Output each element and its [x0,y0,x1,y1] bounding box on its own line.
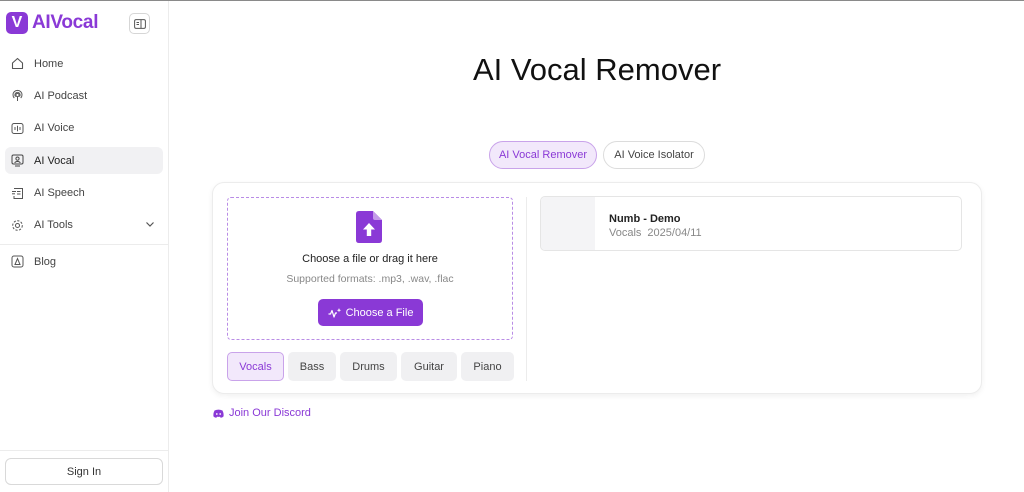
stem-piano-button[interactable]: Piano [461,352,514,381]
track-name: Numb - Demo [609,213,681,225]
supported-formats: Supported formats: .mp3, .wav, .flac [286,273,454,285]
discord-link[interactable]: Join Our Discord [213,407,311,419]
vocal-icon [11,154,24,167]
tab-ai-vocal-remover[interactable]: AI Vocal Remover [489,141,597,169]
podcast-icon [11,89,24,102]
sidebar-item-ai-vocal[interactable]: AI Vocal [5,147,163,175]
track-thumbnail [541,197,595,250]
brand-logo[interactable]: V AIVocal [6,10,98,36]
chevron-down-icon[interactable] [145,219,155,232]
sidebar-nav: Home AI Podcast AI Voice AI Vocal AI Spe… [5,50,163,244]
sparkle-wave-icon [328,307,341,318]
sidebar-item-ai-podcast[interactable]: AI Podcast [5,82,163,109]
stem-guitar-button[interactable]: Guitar [401,352,457,381]
sidebar-item-label: AI Voice [34,122,75,135]
voice-icon [11,122,24,135]
choose-file-button[interactable]: Choose a File [318,299,423,326]
file-dropzone[interactable]: Choose a file or drag it here Supported … [227,197,513,340]
sidebar-item-label: AI Speech [34,187,85,200]
track-date: 2025/04/11 [647,227,702,239]
discord-label: Join Our Discord [229,407,311,419]
page-title: AI Vocal Remover [472,52,722,87]
sidebar-item-blog[interactable]: Blog [5,248,163,275]
blog-icon [11,255,24,268]
sidebar-item-label: AI Tools [34,219,73,232]
sign-in-button[interactable]: Sign In [5,458,163,485]
mode-tabs: AI Vocal Remover AI Voice Isolator [489,141,705,169]
track-meta: Vocals 2025/04/11 [609,227,708,239]
collapse-sidebar-button[interactable] [129,13,150,34]
tab-ai-voice-isolator[interactable]: AI Voice Isolator [603,141,705,169]
sidebar-item-ai-tools[interactable]: AI Tools [5,212,163,239]
gear-icon [11,219,24,232]
sidebar-item-label: Home [34,57,64,70]
stem-selector: Vocals Bass Drums Guitar Piano [227,352,514,381]
sidebar-item-ai-voice[interactable]: AI Voice [5,115,163,142]
card-divider [526,197,527,381]
stem-vocals-button[interactable]: Vocals [227,352,284,381]
workspace-card: Choose a file or drag it here Supported … [212,182,982,394]
discord-icon [213,409,224,418]
home-icon [11,57,24,70]
track-list-item[interactable]: Numb - Demo Vocals 2025/04/11 [540,196,962,251]
sidebar: V AIVocal Home AI Podcast AI Voice AI Vo… [0,1,169,492]
stem-drums-button[interactable]: Drums [340,352,397,381]
logo-text: AIVocal [32,12,99,33]
upload-prompt: Choose a file or drag it here [302,253,438,265]
logo-mark: V [6,12,28,34]
speech-icon [11,187,24,200]
sidebar-bottom-divider [0,450,169,451]
sidebar-secondary-nav: Blog [5,248,163,280]
sidebar-toggle-icon [133,18,146,29]
file-upload-icon [356,211,382,248]
choose-file-label: Choose a File [345,306,414,319]
sidebar-item-ai-speech[interactable]: AI Speech [5,180,163,207]
sidebar-item-label: AI Vocal [34,154,75,167]
sidebar-item-home[interactable]: Home [5,50,163,77]
sidebar-item-label: Blog [34,255,57,268]
sidebar-divider [0,244,169,245]
sidebar-item-label: AI Podcast [34,89,88,102]
stem-bass-button[interactable]: Bass [288,352,336,381]
track-type: Vocals [609,227,642,239]
